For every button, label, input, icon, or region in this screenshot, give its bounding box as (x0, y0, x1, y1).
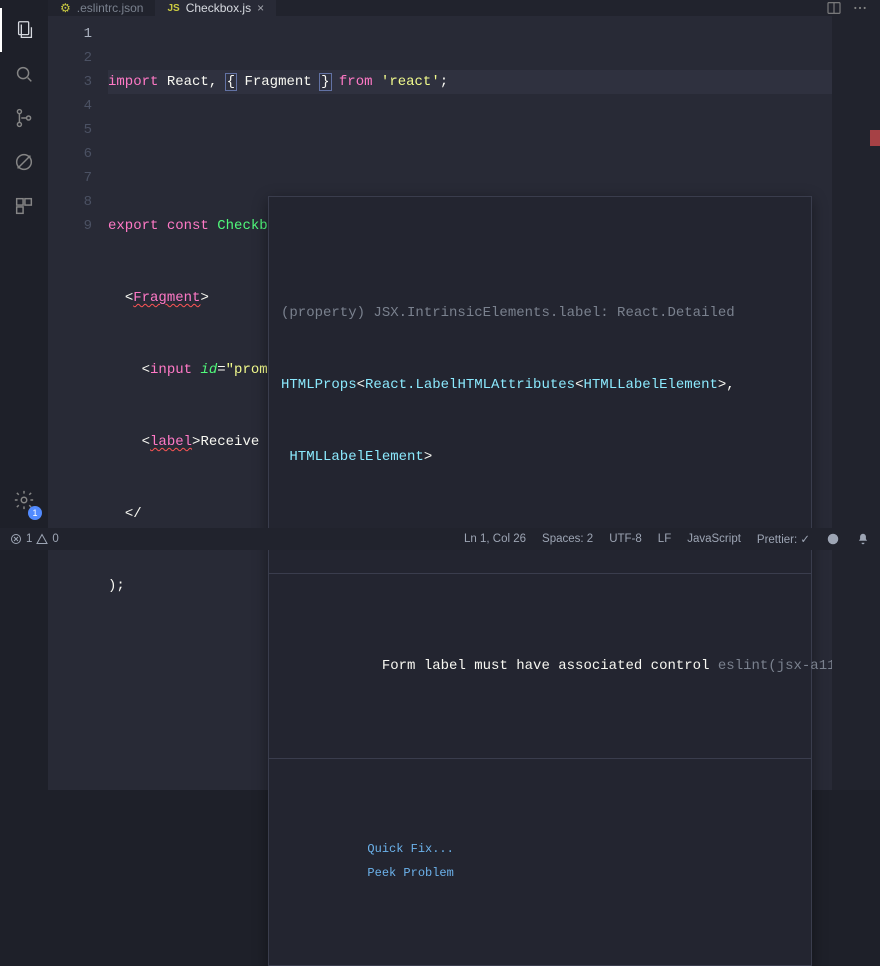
settings-gear-icon[interactable]: 1 (0, 478, 48, 522)
tab-label: Checkbox.js (186, 1, 251, 15)
extensions-icon[interactable] (0, 184, 48, 228)
status-bar: 1 0 Ln 1, Col 26 Spaces: 2 UTF-8 LF Java… (0, 528, 880, 550)
error-marker[interactable] (870, 130, 880, 146)
tab-bar: ⚙ .eslintrc.json JS Checkbox.js × (48, 0, 880, 16)
cursor-position[interactable]: Ln 1, Col 26 (464, 533, 526, 545)
hover-signature: (property) JSX.IntrinsicElements.label: … (269, 245, 811, 525)
eol-status[interactable]: LF (658, 533, 671, 545)
search-icon[interactable] (0, 52, 48, 96)
quick-fix-link[interactable]: Quick Fix... (367, 842, 453, 856)
problems-status[interactable]: 1 0 (10, 533, 59, 545)
language-status[interactable]: JavaScript (687, 533, 741, 545)
code-editor[interactable]: 123456789 import React, { Fragment } fro… (48, 16, 880, 790)
line-gutter: 123456789 (48, 16, 108, 790)
activity-bar: 1 (0, 0, 48, 528)
split-editor-icon[interactable] (826, 0, 842, 16)
code-line: import React, { Fragment } from 'react'; (108, 70, 880, 94)
close-icon[interactable]: × (257, 1, 264, 15)
braces-icon: ⚙ (60, 1, 71, 15)
editor-area: ⚙ .eslintrc.json JS Checkbox.js × 123456… (48, 0, 880, 528)
explorer-icon[interactable] (0, 8, 48, 52)
indent-status[interactable]: Spaces: 2 (542, 533, 593, 545)
peek-problem-link[interactable]: Peek Problem (367, 866, 453, 880)
tab-label: .eslintrc.json (77, 1, 144, 15)
hover-message: Form label must have associated control … (269, 622, 811, 710)
update-badge: 1 (28, 506, 42, 520)
feedback-icon[interactable] (826, 532, 840, 546)
encoding-status[interactable]: UTF-8 (609, 533, 642, 545)
minimap[interactable] (832, 16, 880, 790)
code-line (108, 142, 880, 166)
debug-icon[interactable] (0, 140, 48, 184)
tab-eslintrc[interactable]: ⚙ .eslintrc.json (48, 0, 155, 16)
hover-tooltip: (property) JSX.IntrinsicElements.label: … (268, 196, 812, 966)
bell-icon[interactable] (856, 532, 870, 546)
source-control-icon[interactable] (0, 96, 48, 140)
more-icon[interactable] (852, 0, 868, 16)
js-icon: JS (167, 3, 179, 14)
tab-checkbox[interactable]: JS Checkbox.js × (155, 0, 276, 16)
prettier-status[interactable]: Prettier: ✓ (757, 532, 810, 546)
